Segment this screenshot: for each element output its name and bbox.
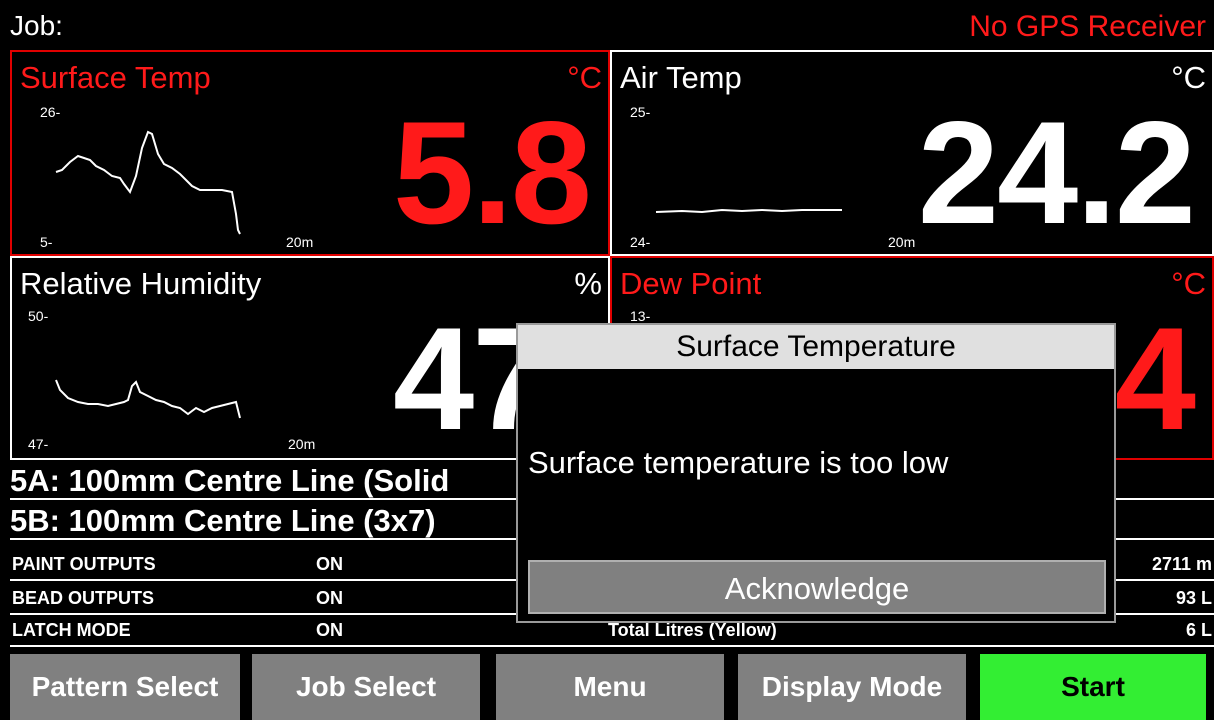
job-label: Job: [10,10,63,41]
surface-temp-value: 5.8 [393,91,592,254]
acknowledge-button[interactable]: Acknowledge [528,560,1106,614]
paint-outputs-value: ON [316,554,343,574]
dew-point-title: Dew Point [620,266,762,301]
dew-point-ymax: 13- [630,308,651,324]
bead-outputs-label: BEAD OUTPUTS [12,588,155,608]
pattern-5a-label: 5A: 100mm Centre Line (Solid [10,463,450,498]
gps-status: No GPS Receiver [969,10,1206,43]
air-temp-panel[interactable]: Air Temp °C 25- 24- 20m 24.2 [610,50,1214,256]
bead-outputs-value: ON [316,588,343,608]
surface-temperature-alert-dialog: Surface Temperature Surface temperature … [516,323,1116,623]
total-litres-value: 93 L [1175,588,1212,608]
air-temp-value: 24.2 [917,91,1196,254]
latch-mode-value: ON [316,620,343,640]
total-litres-yellow-value: 6 L [1185,620,1212,640]
job-select-button[interactable]: Job Select [252,654,480,720]
display-mode-button[interactable]: Display Mode [738,654,966,720]
start-button[interactable]: Start [980,654,1206,720]
total-distance-value: 2711 m [1151,554,1212,574]
dialog-message: Surface temperature is too low [528,445,949,480]
latch-mode-label: LATCH MODE [12,620,131,640]
paint-outputs-label: PAINT OUTPUTS [12,554,156,574]
pattern-select-button[interactable]: Pattern Select [10,654,240,720]
dialog-title: Surface Temperature [518,325,1114,369]
header-bar: Job: No GPS Receiver [0,0,1214,48]
surface-temp-panel[interactable]: Surface Temp °C 26- 5- 20m 5.8 [10,50,610,256]
pattern-5b-label: 5B: 100mm Centre Line (3x7) [10,503,436,538]
dew-point-value: 4 [1114,297,1196,460]
menu-button[interactable]: Menu [496,654,724,720]
